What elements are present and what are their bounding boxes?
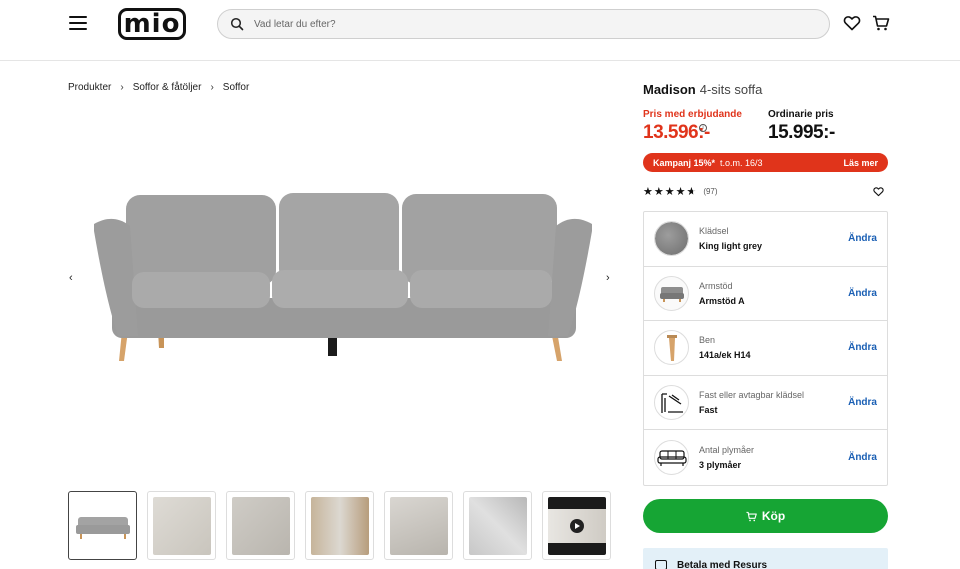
card-icon (655, 560, 667, 569)
breadcrumb: Produkter › Soffor & fåtöljer › Soffor (68, 82, 249, 93)
product-title: Madison 4-sits soffa (643, 82, 762, 97)
campaign-title: Kampanj 15%* (653, 157, 716, 168)
option-value: Fast (699, 405, 718, 416)
mio-logo[interactable]: mio (118, 8, 186, 40)
option-row-plymaer[interactable]: Antal plymåer 3 plymåer Ändra (644, 430, 887, 485)
option-value: 141a/ek H14 (699, 350, 751, 361)
payment-label: Betala med Resurs (677, 560, 768, 569)
thumbnail-5[interactable] (384, 491, 453, 560)
breadcrumb-item-produkter[interactable]: Produkter (68, 82, 111, 93)
option-label: Armstöd (699, 280, 733, 291)
thumbnail-image (389, 496, 448, 555)
play-icon (569, 518, 584, 533)
search-bar[interactable] (217, 9, 830, 39)
cushions-icon (654, 440, 689, 476)
option-label: Antal plymåer (699, 445, 755, 456)
search-input[interactable] (254, 18, 754, 30)
option-value: 3 plymåer (699, 460, 742, 471)
change-plymaer-button[interactable]: Ändra (848, 452, 877, 463)
thumbnail-3[interactable] (226, 491, 295, 560)
payment-resurs-banner[interactable]: Betala med Resurs (643, 548, 888, 569)
regular-price: 15.995:- (768, 122, 835, 143)
product-name: Madison (643, 82, 696, 97)
rating-stars[interactable]: ★★★★★ ★★★★★ (97) (643, 185, 718, 198)
campaign-banner: Kampanj 15%* t.o.m. 16/3 Läs mer (643, 153, 888, 172)
favorite-heart-icon[interactable] (873, 186, 884, 197)
site-header: mio (0, 0, 960, 61)
option-value: King light grey (699, 241, 762, 252)
video-thumbnail-image (547, 496, 606, 555)
thumbnail-image (310, 496, 369, 555)
buy-button[interactable]: Köp (643, 499, 888, 533)
leg-icon (654, 330, 689, 366)
option-row-fast-avtagbar[interactable]: Fast eller avtagbar klädsel Fast Ändra (644, 376, 887, 431)
campaign-read-more-link[interactable]: Läs mer (843, 158, 878, 168)
option-value: Armstöd A (699, 295, 745, 306)
option-label: Klädsel (699, 226, 729, 237)
sofa-thumbnail-image (75, 516, 130, 539)
info-icon[interactable]: i (699, 124, 707, 132)
buy-button-label: Köp (761, 509, 786, 523)
option-label: Fast eller avtagbar klädsel (699, 390, 805, 401)
option-row-kladsel[interactable]: Klädsel King light grey Ändra (644, 212, 887, 267)
change-armstod-button[interactable]: Ändra (848, 288, 877, 299)
breadcrumb-item-soffor[interactable]: Soffor (223, 82, 250, 93)
campaign-period: t.o.m. 16/3 (720, 157, 763, 168)
change-kladsel-button[interactable]: Ändra (848, 233, 877, 244)
option-row-armstod[interactable]: Armstöd Armstöd A Ändra (644, 267, 887, 322)
thumbnail-video[interactable] (542, 491, 611, 560)
thumbnail-image (152, 496, 211, 555)
fabric-swatch-icon (654, 221, 689, 257)
breadcrumb-item-soffor-fatoljer[interactable]: Soffor & fåtöljer (133, 82, 202, 93)
search-icon (230, 17, 244, 31)
armrest-icon (654, 275, 689, 311)
product-options-list: Klädsel King light grey Ändra Armstöd Arms… (643, 211, 888, 486)
change-ben-button[interactable]: Ändra (848, 342, 877, 353)
product-subtitle: 4-sits soffa (699, 82, 763, 97)
gallery-prev-arrow[interactable]: ‹ (69, 272, 73, 284)
star-rating-icon: ★★★★★ ★★★★★ (643, 186, 698, 198)
product-main-image[interactable] (88, 186, 598, 371)
thumbnail-4[interactable] (305, 491, 374, 560)
menu-icon[interactable] (69, 16, 87, 30)
wishlist-heart-icon[interactable] (843, 14, 861, 32)
chevron-right-icon: › (120, 82, 124, 93)
offer-price-label: Pris med erbjudande (643, 109, 742, 120)
thumbnail-strip (68, 491, 611, 560)
gallery-next-arrow[interactable]: › (606, 272, 610, 284)
upholstery-icon (654, 385, 689, 421)
chevron-right-icon: › (210, 82, 214, 93)
cart-icon[interactable] (872, 14, 890, 32)
review-count[interactable]: (97) (703, 187, 717, 196)
regular-price-label: Ordinarie pris (768, 109, 834, 120)
thumbnail-image (468, 496, 527, 555)
option-label: Ben (699, 335, 716, 346)
thumbnail-1[interactable] (68, 491, 137, 560)
thumbnail-2[interactable] (147, 491, 216, 560)
option-row-ben[interactable]: Ben 141a/ek H14 Ändra (644, 321, 887, 376)
cart-icon (746, 511, 757, 521)
change-fast-avtagbar-button[interactable]: Ändra (848, 397, 877, 408)
thumbnail-6[interactable] (463, 491, 532, 560)
thumbnail-image (231, 496, 290, 555)
